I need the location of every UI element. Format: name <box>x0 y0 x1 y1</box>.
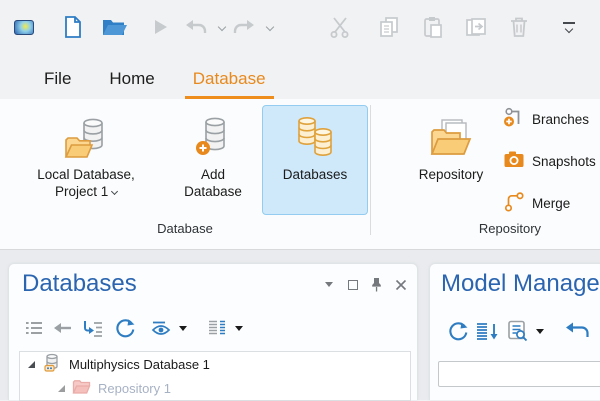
snapshots-button[interactable]: Snapshots <box>503 149 596 173</box>
preview-dropdown-icon[interactable] <box>532 319 548 343</box>
ribbon-group-divider <box>370 105 371 235</box>
visibility-eye-icon[interactable] <box>147 316 175 340</box>
databases-label: Databases <box>283 166 348 183</box>
model-manager-toolbar <box>444 319 592 343</box>
repository-group-label: Repository <box>380 221 600 236</box>
ribbon-tab-bar: File Home Database <box>0 52 600 99</box>
repository-small-buttons: Branches Snapshots Merge <box>503 107 596 215</box>
panel-close-icon[interactable] <box>394 278 407 291</box>
ribbon: Local Database, Project 1 Add Database <box>0 99 600 250</box>
columns-icon[interactable] <box>203 316 231 340</box>
panel-float-icon[interactable] <box>346 278 359 291</box>
copy-icon[interactable] <box>376 14 402 40</box>
back-arrow-icon[interactable] <box>47 316 77 340</box>
workspace: Databases <box>0 250 600 400</box>
repository-folder-icon <box>72 378 91 398</box>
merge-label: Merge <box>532 196 570 211</box>
expander-icon[interactable] <box>28 361 35 368</box>
quick-access-toolbar <box>0 0 600 52</box>
database-group-label: Database <box>0 221 370 236</box>
new-file-icon[interactable] <box>60 14 86 40</box>
add-database-label-line1: Add <box>201 166 225 183</box>
tab-database[interactable]: Database <box>185 63 274 99</box>
refresh-icon[interactable] <box>109 316 141 340</box>
cut-icon[interactable] <box>327 14 353 40</box>
tree-row-repository[interactable]: Repository 1 <box>20 376 410 400</box>
tab-file[interactable]: File <box>36 63 79 99</box>
tree-label-root: Multiphysics Database 1 <box>69 357 210 372</box>
local-database-icon <box>63 112 109 166</box>
delete-icon[interactable] <box>506 14 532 40</box>
redo-icon[interactable] <box>231 14 257 40</box>
databases-icon <box>291 112 339 166</box>
chevron-down-icon <box>111 188 118 195</box>
toolbar-collapse-icon[interactable] <box>556 14 582 40</box>
snapshots-label: Snapshots <box>532 154 596 169</box>
snapshot-camera-icon <box>503 148 525 175</box>
preview-search-icon[interactable] <box>504 319 532 343</box>
duplicate-icon[interactable] <box>463 14 489 40</box>
databases-panel-title: Databases <box>22 270 137 298</box>
repository-label: Repository <box>419 166 484 183</box>
local-database-button[interactable]: Local Database, Project 1 <box>12 105 160 215</box>
move-into-sublist-icon[interactable] <box>77 316 109 340</box>
databases-button[interactable]: Databases <box>262 105 368 215</box>
add-database-label-line2: Database <box>184 183 242 200</box>
databases-tree: Multiphysics Database 1 Repository 1 <box>19 351 411 401</box>
branch-icon <box>503 106 525 133</box>
local-database-label-line2: Project 1 <box>55 183 117 200</box>
redo-dropdown-icon[interactable] <box>257 14 283 40</box>
merge-icon <box>503 190 525 217</box>
panel-window-controls <box>322 278 407 291</box>
database-server-icon <box>42 353 62 376</box>
columns-dropdown-icon[interactable] <box>231 316 247 340</box>
sort-icon[interactable] <box>472 319 504 343</box>
expander-icon[interactable] <box>58 385 65 392</box>
refresh-icon[interactable] <box>444 319 472 343</box>
tree-label-child: Repository 1 <box>98 381 171 396</box>
panel-collapse-icon[interactable] <box>322 278 335 291</box>
add-database-button[interactable]: Add Database <box>168 105 258 215</box>
add-database-icon <box>191 112 235 166</box>
branches-label: Branches <box>532 112 589 127</box>
panel-pin-icon[interactable] <box>370 278 383 291</box>
merge-button[interactable]: Merge <box>503 191 596 215</box>
tree-row-multiphysics-database[interactable]: Multiphysics Database 1 <box>20 352 410 376</box>
open-folder-icon[interactable] <box>101 14 127 40</box>
undo-back-icon[interactable] <box>562 319 592 343</box>
databases-panel: Databases <box>8 263 418 400</box>
visibility-dropdown-icon[interactable] <box>175 316 191 340</box>
databases-panel-toolbar <box>21 316 247 340</box>
app-logo-icon[interactable] <box>11 14 37 40</box>
branches-button[interactable]: Branches <box>503 107 596 131</box>
repository-button[interactable]: Repository <box>403 105 499 215</box>
undo-icon[interactable] <box>183 14 209 40</box>
model-manager-search-input[interactable] <box>438 361 600 387</box>
list-icon[interactable] <box>21 316 47 340</box>
model-manager-panel-title: Model Manager <box>441 270 600 298</box>
run-icon[interactable] <box>147 14 173 40</box>
model-manager-panel: Model Manager <box>429 263 600 400</box>
tab-home[interactable]: Home <box>101 63 162 99</box>
local-database-label-line1: Local Database, <box>37 166 135 183</box>
repository-icon <box>428 112 474 166</box>
paste-icon[interactable] <box>420 14 446 40</box>
